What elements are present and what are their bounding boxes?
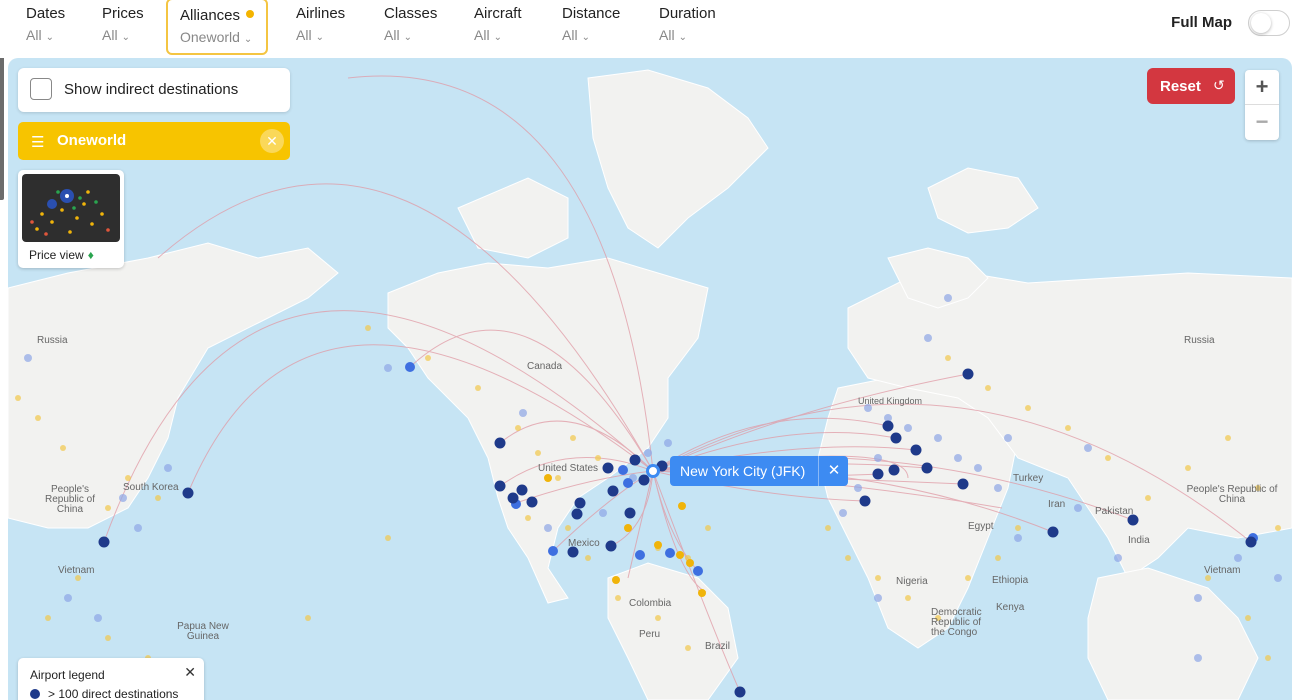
indirect-label: Show indirect destinations — [64, 81, 239, 98]
map-label: India — [1128, 535, 1150, 546]
filter-classes[interactable]: Classes All ⌄ — [384, 5, 437, 43]
chevron-down-icon: ⌄ — [493, 32, 502, 43]
filter-alliances[interactable]: Alliances Oneworld ⌄ — [166, 0, 269, 55]
filter-value: All — [659, 27, 675, 43]
reset-button[interactable]: Reset ↺ — [1147, 68, 1235, 104]
legend-marker — [30, 689, 40, 699]
origin-airport-tag: New York City (JFK) ✕ — [670, 456, 848, 486]
filter-distance[interactable]: Distance All ⌄ — [562, 5, 620, 43]
map-label: Ethiopia — [992, 575, 1029, 586]
undo-icon: ↺ — [1213, 77, 1225, 93]
indirect-destinations-toggle[interactable]: Show indirect destinations — [18, 68, 290, 112]
map-label: Nigeria — [896, 576, 928, 587]
filter-aircraft[interactable]: Aircraft All ⌄ — [474, 5, 522, 43]
price-view-label: Price view — [29, 248, 84, 262]
map-label: Papua New Guinea — [177, 621, 229, 642]
filter-dates[interactable]: Dates All ⌄ — [26, 5, 65, 43]
close-icon[interactable]: ✕ — [260, 129, 284, 153]
map-label: Brazil — [705, 641, 731, 652]
filter-title: Airlines — [296, 5, 346, 22]
map-label: People's Republic of China — [1186, 484, 1278, 505]
filter-value: All — [474, 27, 490, 43]
map-label: South Korea — [123, 482, 179, 493]
map-label: Russia — [1184, 335, 1215, 346]
toggle-knob — [1251, 13, 1271, 33]
map-label: Canada — [527, 361, 563, 372]
legend-item-label: > 100 direct destinations — [48, 687, 179, 700]
map-label: Vietnam — [1204, 565, 1241, 576]
chevron-down-icon: ⌄ — [403, 32, 412, 43]
map-label: Egypt — [968, 521, 994, 532]
filter-title: Alliances — [180, 7, 241, 24]
chevron-down-icon: ⌄ — [581, 32, 590, 43]
zoom-out-button[interactable]: − — [1245, 105, 1279, 139]
map-label: United Kingdom — [858, 396, 923, 406]
route-map[interactable]: Russia Canada United Kingdom United Stat… — [8, 58, 1292, 700]
zoom-in-button[interactable]: + — [1245, 70, 1279, 105]
filter-prices[interactable]: Prices All ⌄ — [102, 5, 144, 43]
filter-airlines[interactable]: Airlines All ⌄ — [296, 5, 345, 43]
chevron-down-icon: ⌄ — [243, 34, 253, 45]
map-label: Mexico — [568, 538, 600, 549]
filter-title: Prices — [102, 5, 144, 22]
chevron-down-icon: ⌄ — [45, 32, 54, 43]
filter-value: All — [296, 27, 312, 43]
indirect-checkbox[interactable] — [30, 78, 52, 100]
origin-marker[interactable] — [646, 464, 660, 478]
filter-value: Oneworld — [180, 29, 240, 45]
zoom-control: + − — [1245, 70, 1279, 140]
map-label: Iran — [1048, 499, 1066, 510]
map-label: Peru — [639, 629, 661, 640]
filter-value: All — [562, 27, 578, 43]
alliance-chip-label: Oneworld — [57, 132, 127, 149]
filter-title: Dates — [26, 5, 66, 22]
filter-title: Classes — [384, 5, 438, 22]
map-label: Russia — [37, 335, 68, 346]
thumbnail-map — [30, 189, 110, 236]
full-map-toggle[interactable] — [1248, 10, 1290, 36]
airport-legend: Airport legend ✕ > 100 direct destinatio… — [18, 658, 204, 700]
map-label: Democratic Republic of the Congo — [931, 607, 982, 638]
chevron-down-icon: ⌄ — [678, 32, 687, 43]
filter-value: All — [384, 27, 400, 43]
filter-duration[interactable]: Duration All ⌄ — [659, 5, 716, 43]
close-icon[interactable]: ✕ — [818, 456, 849, 486]
sliders-icon: ☰ — [31, 134, 45, 151]
map-label: Kenya — [996, 602, 1025, 613]
chevron-down-icon: ⌄ — [315, 32, 324, 43]
map-label: United States — [538, 463, 599, 474]
filter-title: Distance — [562, 5, 621, 22]
map-label: Colombia — [629, 598, 672, 609]
active-filter-dot-icon — [246, 10, 255, 18]
filter-value: All — [102, 27, 118, 43]
reset-label: Reset — [1160, 78, 1201, 95]
chevron-down-icon: ⌄ — [121, 32, 130, 43]
alliance-filter-chip[interactable]: ☰ Oneworld ✕ — [18, 122, 290, 160]
price-view-thumbnail — [22, 174, 120, 242]
map-label: Vietnam — [58, 565, 95, 576]
legend-title: Airport legend — [30, 668, 105, 682]
origin-airport-label: New York City (JFK) — [680, 463, 806, 479]
map-label: Pakistan — [1095, 506, 1134, 517]
close-icon[interactable]: ✕ — [184, 664, 196, 681]
filter-title: Duration — [659, 5, 716, 22]
full-map-label: Full Map — [1171, 14, 1232, 31]
money-icon: ♦ — [87, 248, 94, 262]
filter-title: Aircraft — [474, 5, 522, 22]
filter-bar: Dates All ⌄ Prices All ⌄ Alliances Oneworl… — [0, 0, 1300, 58]
price-view-button[interactable]: Price view ♦ — [18, 170, 124, 268]
map-label: Turkey — [1013, 473, 1044, 484]
map-label: People's Republic of China — [44, 484, 96, 515]
filter-value: All — [26, 27, 42, 43]
